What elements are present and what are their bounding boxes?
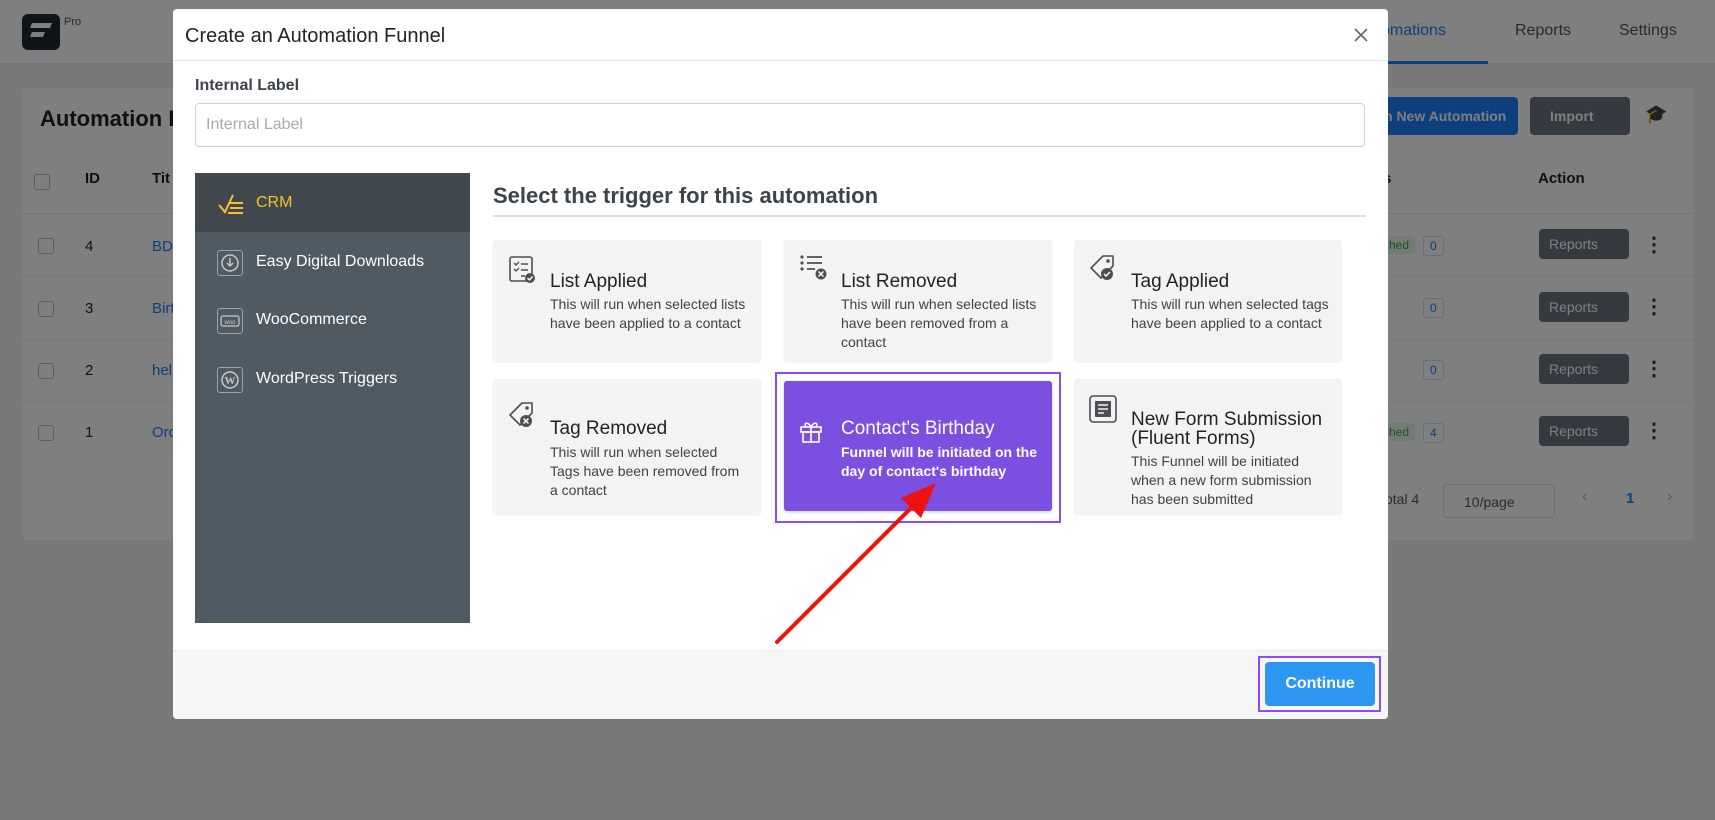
create-automation-modal: Create an Automation Funnel Internal Lab… xyxy=(173,9,1388,719)
tag-check-icon xyxy=(1088,254,1118,284)
sidebar-item-label: CRM xyxy=(256,194,293,211)
modal-footer xyxy=(173,650,1388,719)
trigger-title: Tag Applied xyxy=(1131,271,1230,292)
sidebar-item-label: WooCommerce xyxy=(256,311,367,328)
woocommerce-icon: woo xyxy=(217,308,243,334)
trigger-category-sidebar: CRM Easy Digital Downloads woo WooCommer… xyxy=(195,173,470,623)
sidebar-item-label: Easy Digital Downloads xyxy=(256,253,425,270)
trigger-description: This will run when selected lists have b… xyxy=(550,296,746,331)
edd-icon xyxy=(217,250,243,276)
modal-header: Create an Automation Funnel xyxy=(173,9,1388,61)
crm-icon xyxy=(217,191,243,217)
svg-text:woo: woo xyxy=(223,320,236,326)
internal-label-label: Internal Label xyxy=(195,77,300,94)
trigger-title: List Removed xyxy=(841,271,958,292)
sidebar-item-easy-digital-downloads[interactable]: Easy Digital Downloads xyxy=(195,232,470,291)
sidebar-item-wordpress-triggers[interactable]: W WordPress Triggers xyxy=(195,349,470,408)
trigger-title: New Form Submission (Fluent Forms) xyxy=(1131,409,1323,449)
trigger-description: This will run when selected lists have b… xyxy=(841,296,1037,350)
gift-icon xyxy=(798,418,828,448)
trigger-card-list-removed[interactable]: List Removed This will run when selected… xyxy=(784,240,1052,361)
wordpress-icon: W xyxy=(217,367,243,393)
continue-button[interactable]: Continue xyxy=(1265,662,1375,706)
trigger-description: This will run when selected tags have be… xyxy=(1131,296,1329,331)
trigger-section-heading: Select the trigger for this automation xyxy=(493,183,879,208)
trigger-title: Contact's Birthday xyxy=(841,418,995,439)
list-remove-icon xyxy=(798,252,828,282)
sidebar-item-woocommerce[interactable]: woo WooCommerce xyxy=(195,290,470,349)
trigger-description: This Funnel will be initiated when a new… xyxy=(1131,453,1312,507)
annotation-arrow xyxy=(775,483,936,644)
trigger-title: List Applied xyxy=(550,271,648,292)
tag-remove-icon xyxy=(507,401,537,431)
close-icon[interactable] xyxy=(1354,24,1368,46)
trigger-card-tag-removed[interactable]: Tag Removed This will run when selected … xyxy=(493,379,761,514)
modal-title: Create an Automation Funnel xyxy=(185,25,446,47)
trigger-card-new-form-submission[interactable]: New Form Submission (Fluent Forms) This … xyxy=(1074,379,1342,514)
sidebar-item-crm[interactable]: CRM xyxy=(195,173,470,232)
form-icon xyxy=(1088,394,1118,424)
svg-text:W: W xyxy=(225,375,236,387)
trigger-card-tag-applied[interactable]: Tag Applied This will run when selected … xyxy=(1074,240,1342,361)
sidebar-item-label: WordPress Triggers xyxy=(256,370,398,387)
trigger-title: Tag Removed xyxy=(550,418,668,439)
trigger-card-list-applied[interactable]: List Applied This will run when selected… xyxy=(493,240,761,361)
heading-divider xyxy=(493,215,1366,217)
trigger-description: Funnel will be initiated on the day of c… xyxy=(841,444,1037,479)
internal-label-input[interactable] xyxy=(195,103,1365,147)
list-check-icon xyxy=(507,255,537,285)
trigger-description: This will run when selected Tags have be… xyxy=(550,444,740,498)
